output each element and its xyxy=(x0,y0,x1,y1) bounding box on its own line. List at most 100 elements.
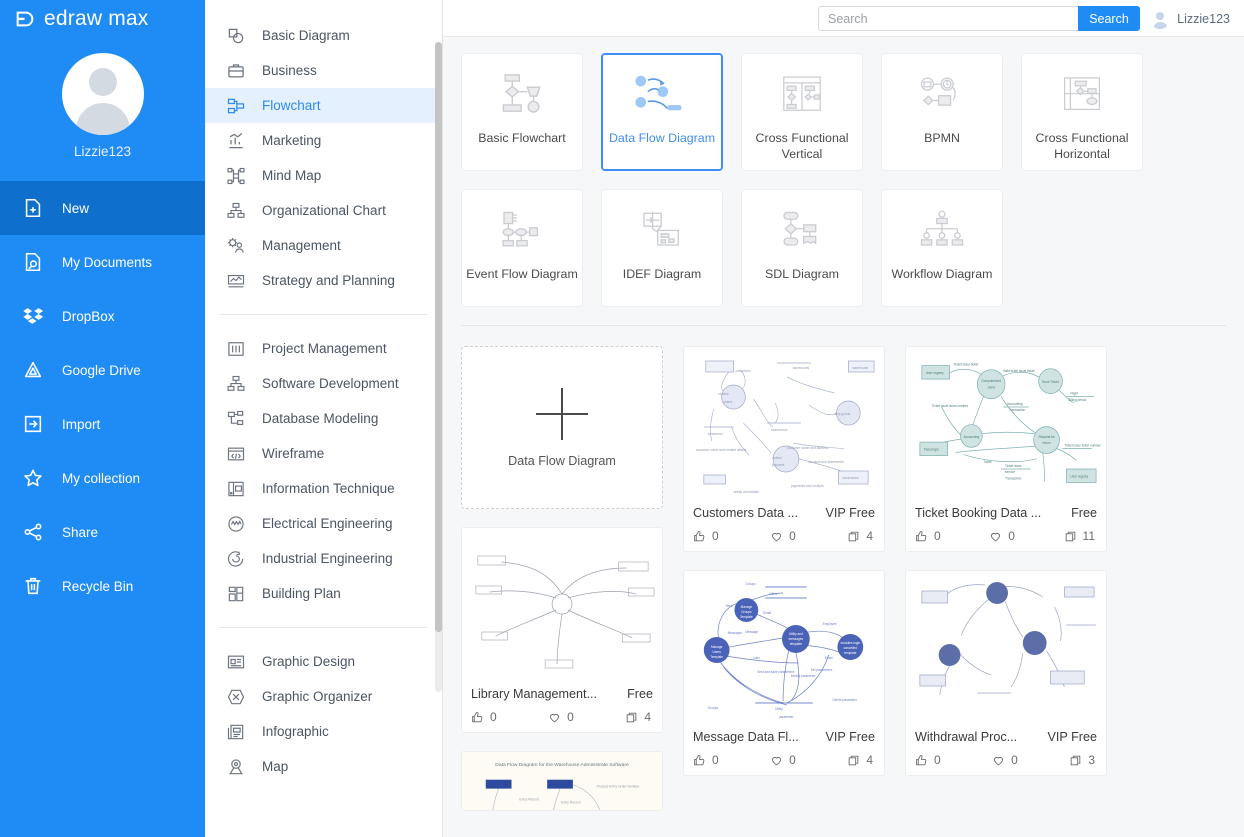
category-item-building-plan[interactable]: Building Plan xyxy=(205,576,442,611)
import-arrow-icon xyxy=(20,411,46,437)
template-type-sdl-diagram[interactable]: SDL Diagram xyxy=(741,189,863,307)
template-card-withdrawal-process[interactable]: Withdrawal Proc... VIP Free 0 xyxy=(905,570,1107,776)
sidebar-item-label: My collection xyxy=(62,471,140,486)
favorite-stat[interactable]: 0 xyxy=(989,529,1015,543)
user-avatar-icon[interactable] xyxy=(62,53,144,135)
sidebar-item-dropbox[interactable]: DropBox xyxy=(0,289,205,343)
category-label: Software Development xyxy=(262,376,399,391)
template-title: Withdrawal Proc... xyxy=(915,730,1017,744)
favorite-stat[interactable]: 0 xyxy=(992,753,1018,767)
gallery-column-1: Data Flow Diagram xyxy=(461,346,663,811)
category-item-mind-map[interactable]: Mind Map xyxy=(205,158,442,193)
template-type-basic-flowchart[interactable]: Basic Flowchart xyxy=(461,53,583,171)
category-label: Electrical Engineering xyxy=(262,516,393,531)
template-card-ticket-booking-data[interactable]: User registryPassengerUser registry Comp… xyxy=(905,346,1107,552)
sidebar-profile: Lizzie123 xyxy=(0,37,205,173)
template-type-cross-functional-horizontal[interactable]: Cross Functional Horizontal xyxy=(1021,53,1143,171)
thumbs-up-icon xyxy=(915,530,928,543)
like-stat[interactable]: 0 xyxy=(471,710,497,724)
copies-count: 4 xyxy=(866,753,873,767)
category-item-software-development[interactable]: Software Development xyxy=(205,366,442,401)
template-card-customers-data[interactable]: customersstoreroomswarehouse customersst… xyxy=(683,346,885,552)
template-meta: Library Management... Free 0 xyxy=(462,680,662,732)
like-count: 0 xyxy=(934,529,941,543)
template-card-message-data-flow[interactable]: ManageUsersTemplate ManageGroupsTemplate… xyxy=(683,570,885,776)
template-card-library-management[interactable]: Library Management... Free 0 xyxy=(461,527,663,733)
user-menu[interactable]: Lizzie123 xyxy=(1150,0,1230,37)
favorite-stat[interactable]: 0 xyxy=(770,529,796,543)
category-item-graphic-design[interactable]: Graphic Design xyxy=(205,644,442,679)
category-item-business[interactable]: Business xyxy=(205,53,442,88)
sidebar-item-google-drive[interactable]: Google Drive xyxy=(0,343,205,397)
template-meta: Message Data Fl... VIP Free 0 xyxy=(684,723,884,775)
sidebar-item-my-documents[interactable]: My Documents xyxy=(0,235,205,289)
copies-stat[interactable]: 4 xyxy=(847,753,873,767)
sidebar-item-new[interactable]: New xyxy=(0,181,205,235)
template-type-workflow-diagram[interactable]: Workflow Diagram xyxy=(881,189,1003,307)
trash-icon xyxy=(20,573,46,599)
category-item-wireframe[interactable]: Wireframe xyxy=(205,436,442,471)
category-label: Strategy and Planning xyxy=(262,273,395,288)
sidebar-item-share[interactable]: Share xyxy=(0,505,205,559)
category-item-organizational-chart[interactable]: Organizational Chart xyxy=(205,193,442,228)
sidebar-profile-name: Lizzie123 xyxy=(74,144,131,159)
sidebar-item-my-collection[interactable]: My collection xyxy=(0,451,205,505)
copies-stat[interactable]: 4 xyxy=(847,529,873,543)
svg-text:Ticket issue ticket: Ticket issue ticket xyxy=(954,363,979,367)
svg-text:Transaction: Transaction xyxy=(1009,408,1026,412)
template-type-cross-functional-vertical[interactable]: Cross Functional Vertical xyxy=(741,53,863,171)
heart-icon xyxy=(770,530,783,543)
svg-text:Sent: Sent xyxy=(726,604,733,608)
category-label: Business xyxy=(262,63,317,78)
category-label: Graphic Design xyxy=(262,654,355,669)
like-stat[interactable]: 0 xyxy=(915,753,941,767)
category-item-marketing[interactable]: Marketing xyxy=(205,123,442,158)
search-input[interactable] xyxy=(818,6,1078,31)
svg-text:Flight: Flight xyxy=(1070,392,1078,396)
new-blank-template-card[interactable]: Data Flow Diagram xyxy=(461,346,663,509)
template-title: Message Data Fl... xyxy=(693,730,799,744)
svg-text:Entry Record: Entry Record xyxy=(519,798,539,802)
svg-text:Utility and: Utility and xyxy=(789,632,803,636)
favorite-count: 0 xyxy=(789,529,796,543)
svg-text:Ticket issue: Ticket issue xyxy=(1005,464,1022,468)
brand-logo-area[interactable]: edraw max xyxy=(0,0,205,37)
category-item-management[interactable]: Management xyxy=(205,228,442,263)
svg-text:Billing period: Billing period xyxy=(1068,398,1086,402)
category-item-graphic-organizer[interactable]: Graphic Organizer xyxy=(205,679,442,714)
category-item-project-management[interactable]: Project Management xyxy=(205,331,442,366)
template-type-bpmn[interactable]: BPMN xyxy=(881,53,1003,171)
like-stat[interactable]: 0 xyxy=(915,529,941,543)
template-type-event-flow-diagram[interactable]: Event Flow Diagram xyxy=(461,189,583,307)
svg-text:Ticket: Ticket xyxy=(983,460,991,464)
category-item-basic-diagram[interactable]: Basic Diagram xyxy=(205,18,442,53)
svg-text:Manage: Manage xyxy=(741,605,753,609)
copies-stat[interactable]: 11 xyxy=(1064,529,1095,543)
sidebar-item-import[interactable]: Import xyxy=(0,397,205,451)
like-stat[interactable]: 0 xyxy=(693,753,719,767)
search-button[interactable]: Search xyxy=(1078,6,1140,31)
favorite-stat[interactable]: 0 xyxy=(770,753,796,767)
favorite-stat[interactable]: 0 xyxy=(548,710,574,724)
svg-text:Book Ticket: Book Ticket xyxy=(1042,380,1058,384)
copies-stat[interactable]: 4 xyxy=(625,710,651,724)
template-price-badge: Free xyxy=(1071,506,1097,520)
category-item-industrial-engineering[interactable]: Industrial Engineering xyxy=(205,541,442,576)
template-type-data-flow-diagram[interactable]: Data Flow Diagram xyxy=(601,53,723,171)
category-item-map[interactable]: Map xyxy=(205,749,442,784)
category-item-electrical-engineering[interactable]: Electrical Engineering xyxy=(205,506,442,541)
sidebar-item-recycle-bin[interactable]: Recycle Bin xyxy=(0,559,205,613)
category-item-flowchart[interactable]: Flowchart xyxy=(205,88,442,123)
svg-text:Users: Users xyxy=(713,650,722,654)
category-item-information-technique[interactable]: Information Technique xyxy=(205,471,442,506)
template-card-partial-warehouse[interactable]: Data Flow Diagram for the Warehouse Admi… xyxy=(461,751,663,811)
copies-stat[interactable]: 3 xyxy=(1069,753,1095,767)
like-stat[interactable]: 0 xyxy=(693,529,719,543)
category-item-strategy-and-planning[interactable]: Strategy and Planning xyxy=(205,263,442,298)
category-item-database-modeling[interactable]: Database Modeling xyxy=(205,401,442,436)
category-scrollbar[interactable] xyxy=(435,42,442,692)
category-item-infographic[interactable]: Infographic xyxy=(205,714,442,749)
template-type-idef-diagram[interactable]: IDEF Diagram xyxy=(601,189,723,307)
category-scrollbar-thumb[interactable] xyxy=(435,42,442,632)
svg-text:Groups: Groups xyxy=(741,610,752,614)
